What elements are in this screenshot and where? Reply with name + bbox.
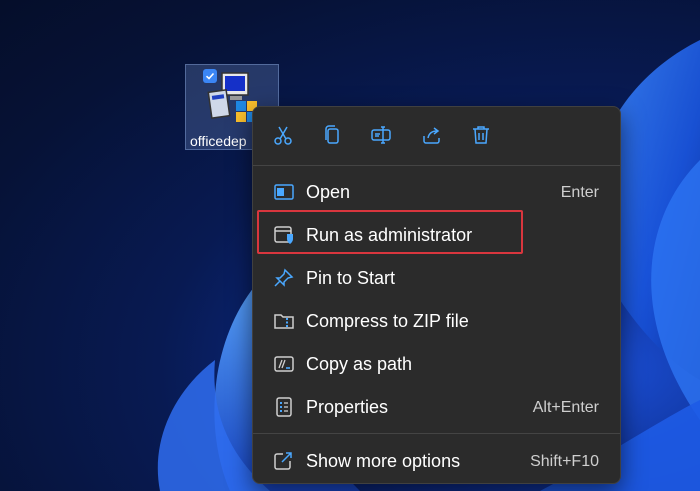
- menu-item-copy-as-path[interactable]: Copy as path: [259, 344, 614, 384]
- context-menu-toolbar: [253, 107, 620, 165]
- share-icon: [423, 127, 440, 144]
- menu-item-label: Pin to Start: [306, 268, 396, 288]
- properties-icon: [276, 397, 292, 417]
- menu-item-label: Copy as path: [306, 354, 413, 374]
- rename-button[interactable]: [369, 123, 393, 147]
- menu-item-label: Properties: [306, 397, 389, 417]
- menu-item-compress-to-zip[interactable]: Compress to ZIP file: [259, 301, 614, 341]
- menu-item-shortcut: Enter: [560, 184, 599, 201]
- copy-path-icon: [274, 356, 294, 372]
- menu-item-pin-to-start[interactable]: Pin to Start: [259, 258, 614, 298]
- cut-button[interactable]: [271, 123, 295, 147]
- copy-button[interactable]: [320, 123, 344, 147]
- menu-item-label: Open: [306, 182, 351, 202]
- pin-icon: [274, 268, 294, 287]
- menu-separator: [253, 165, 620, 166]
- menu-item-shortcut: Shift+F10: [530, 453, 599, 470]
- open-window-icon: [274, 184, 294, 200]
- delete-button[interactable]: [469, 123, 493, 147]
- menu-item-shortcut: Alt+Enter: [532, 399, 599, 416]
- menu-item-properties[interactable]: Properties Alt+Enter: [259, 387, 614, 427]
- highlight-box: [257, 210, 523, 254]
- copy-icon: [325, 125, 339, 144]
- rename-icon: [371, 126, 391, 144]
- menu-item-show-more-options[interactable]: Show more options Shift+F10: [259, 441, 614, 481]
- menu-item-label: Compress to ZIP file: [306, 311, 469, 331]
- file-name-label: officedep: [190, 133, 247, 149]
- context-menu: Open Enter Run as administrator Pin to S…: [252, 106, 621, 484]
- more-options-icon: [274, 452, 292, 470]
- delete-icon: [473, 126, 489, 144]
- share-button[interactable]: [420, 123, 444, 147]
- menu-item-label: Show more options: [306, 451, 461, 471]
- menu-item-open[interactable]: Open Enter: [259, 172, 614, 212]
- cut-icon: [274, 126, 292, 145]
- menu-separator: [253, 433, 620, 434]
- zip-folder-icon: [274, 314, 294, 329]
